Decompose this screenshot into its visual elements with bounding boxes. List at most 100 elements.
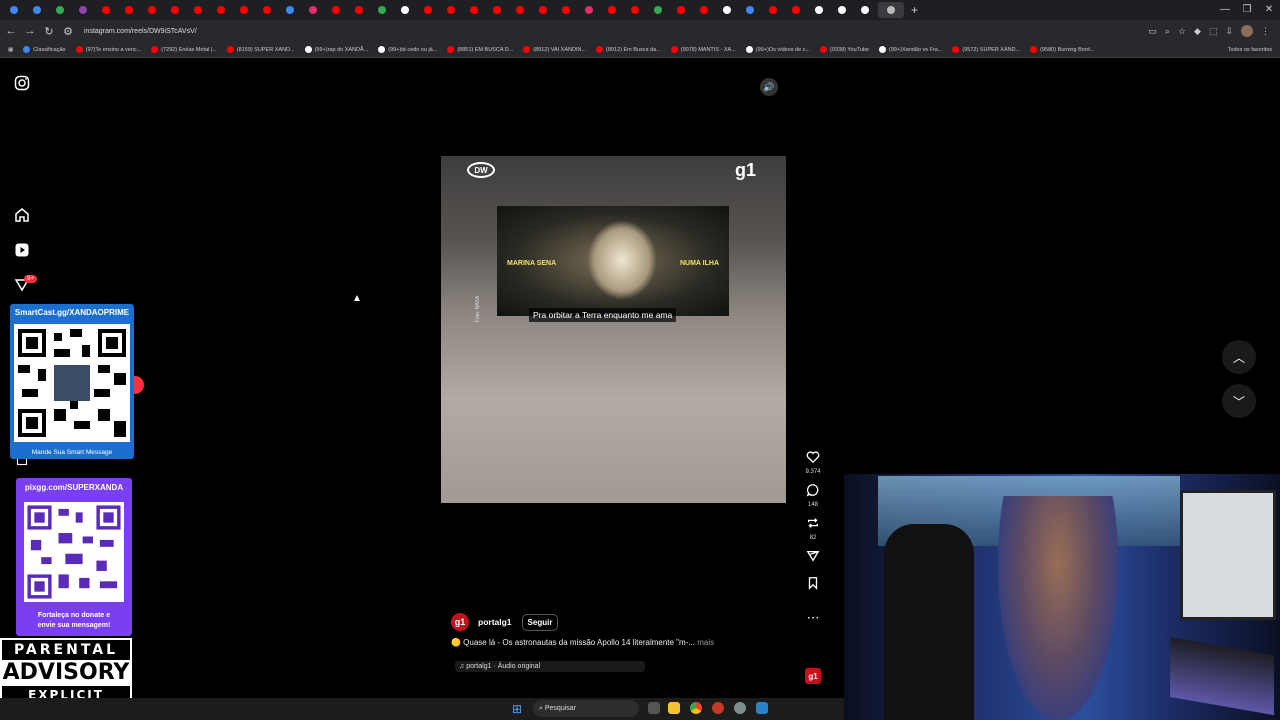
browser-tab[interactable] [602, 2, 622, 18]
repost-button[interactable]: 82 [800, 516, 826, 541]
forward-icon[interactable]: → [22, 25, 38, 37]
browser-tab[interactable] [4, 2, 24, 18]
cast-icon[interactable]: ▭ [1148, 26, 1157, 37]
browser-tab[interactable] [441, 2, 461, 18]
menu-icon[interactable]: ⋮ [1261, 26, 1270, 37]
browser-tab[interactable] [73, 2, 93, 18]
options-button[interactable]: ⋯ [800, 609, 826, 627]
profile-avatar[interactable] [1241, 25, 1253, 37]
browser-tab[interactable] [303, 2, 323, 18]
extensions-puzzle-icon[interactable]: ⬚ [1209, 26, 1218, 37]
bookmark-item[interactable]: (9580) Burning Bord... [1030, 46, 1094, 53]
browser-tab[interactable] [717, 2, 737, 18]
maximize-icon[interactable]: ❐ [1236, 0, 1258, 20]
next-reel-button[interactable]: ﹀ [1222, 384, 1256, 418]
comment-button[interactable]: 148 [800, 483, 826, 508]
browser-tab[interactable] [510, 2, 530, 18]
browser-tab[interactable] [211, 2, 231, 18]
home-icon[interactable] [14, 207, 30, 223]
author-name[interactable]: portalg1 [478, 617, 512, 627]
more-link[interactable]: mais [697, 638, 714, 647]
browser-tab[interactable] [671, 2, 691, 18]
browser-tab[interactable] [326, 2, 346, 18]
browser-tab[interactable] [533, 2, 553, 18]
task-view-icon[interactable] [648, 702, 660, 714]
settings-icon[interactable] [734, 702, 746, 714]
bookmark-star-icon[interactable]: ☆ [1178, 26, 1186, 37]
chrome-icon[interactable] [690, 702, 702, 714]
browser-tab[interactable] [395, 2, 415, 18]
browser-tab[interactable] [832, 2, 852, 18]
new-tab-button[interactable]: + [911, 3, 918, 17]
bookmark-item[interactable]: (99+)tá cedo ou já... [378, 46, 437, 53]
bookmark-item[interactable]: (97)Te ensino a venc... [75, 46, 141, 53]
back-icon[interactable]: ← [3, 25, 19, 37]
browser-tab[interactable] [556, 2, 576, 18]
minimize-icon[interactable]: — [1214, 0, 1236, 20]
browser-tab-active[interactable] [878, 2, 904, 18]
like-button[interactable]: 9.374 [800, 450, 826, 475]
browser-tab[interactable] [740, 2, 760, 18]
site-info-icon[interactable]: ⚙ [60, 25, 76, 38]
browser-tab[interactable] [280, 2, 300, 18]
recording-app-icon[interactable] [712, 702, 724, 714]
save-button[interactable] [800, 576, 826, 595]
browser-tab[interactable] [119, 2, 139, 18]
browser-tab[interactable] [96, 2, 116, 18]
browser-tab[interactable] [487, 2, 507, 18]
reel-video[interactable]: DW g1 MARINA SENA NUMA ILHA Pra orbitar … [441, 156, 786, 503]
bookmark-item[interactable]: (99+)Os vídeos de c... [745, 46, 810, 53]
bookmark-item[interactable]: (7292) Enéas Metal |... [151, 46, 217, 53]
bookmark-item[interactable]: (8851) EM BUSCA D... [447, 46, 513, 53]
browser-tab[interactable] [188, 2, 208, 18]
browser-tab[interactable] [257, 2, 277, 18]
url-field[interactable]: instagram.com/reels/DW9iSTcAVsV/ [84, 28, 1148, 35]
browser-tab[interactable] [27, 2, 47, 18]
apps-icon[interactable]: ▦ [8, 47, 13, 53]
bookmark-item[interactable]: (99+)rap do XANDÃ... [304, 46, 368, 53]
browser-tab[interactable] [372, 2, 392, 18]
volume-icon[interactable]: 🔊 [760, 78, 778, 96]
browser-tab[interactable] [50, 2, 70, 18]
browser-tab[interactable] [809, 2, 829, 18]
extension-icon[interactable]: ◆ [1194, 26, 1201, 37]
browser-tab[interactable] [786, 2, 806, 18]
browser-tab[interactable] [349, 2, 369, 18]
browser-tab[interactable] [142, 2, 162, 18]
file-explorer-icon[interactable] [668, 702, 680, 714]
browser-tab[interactable] [648, 2, 668, 18]
browser-tab[interactable] [763, 2, 783, 18]
audio-label[interactable]: ♫ portalg1 · Áudio original [455, 661, 645, 672]
browser-tab[interactable] [234, 2, 254, 18]
reload-icon[interactable]: ↻ [41, 25, 57, 38]
streaming-app-icon[interactable] [756, 702, 768, 714]
browser-tab[interactable] [694, 2, 714, 18]
bookmark-item[interactable]: (8912) Em Busca da... [596, 46, 661, 53]
downloads-icon[interactable]: ⇩ [1225, 26, 1233, 37]
all-bookmarks-button[interactable]: Todos os favoritos [1228, 47, 1272, 53]
previous-reel-button[interactable]: ︿ [1222, 340, 1256, 374]
reel-player[interactable]: 🔊 DW g1 MARINA SENA NUMA ILHA Pra orbita… [441, 70, 786, 686]
close-icon[interactable]: ✕ [1258, 0, 1280, 20]
bookmark-item[interactable]: (9078) MANTIS - XA... [670, 46, 736, 53]
browser-tab[interactable] [855, 2, 875, 18]
reels-icon[interactable] [14, 242, 30, 258]
bookmark-item[interactable]: (99+)Xandão vs Fra... [879, 46, 942, 53]
bookmark-item[interactable]: (9338) YouTube [820, 46, 869, 53]
browser-tab[interactable] [464, 2, 484, 18]
browser-tab[interactable] [625, 2, 645, 18]
windows-start-icon[interactable]: ⊞ [512, 702, 522, 716]
instagram-logo-icon[interactable] [14, 75, 30, 91]
author-avatar[interactable]: g1 [451, 613, 469, 631]
bookmark-item[interactable]: (8912) VAI XANDIN... [523, 46, 586, 53]
taskbar-search[interactable]: ⌕ Pesquisar [533, 700, 639, 717]
bookmark-item[interactable]: (8159) SUPER XAND... [226, 46, 295, 53]
share-button[interactable] [800, 549, 826, 568]
browser-tab[interactable] [418, 2, 438, 18]
zoom-icon[interactable]: ⌕ [1165, 26, 1170, 37]
browser-tab[interactable] [165, 2, 185, 18]
bookmark-item[interactable]: Classificação [23, 46, 66, 53]
browser-tab[interactable] [579, 2, 599, 18]
bookmark-item[interactable]: (9572) SUPER XAND... [952, 46, 1020, 53]
audio-source-thumb[interactable]: g1 [805, 668, 821, 684]
